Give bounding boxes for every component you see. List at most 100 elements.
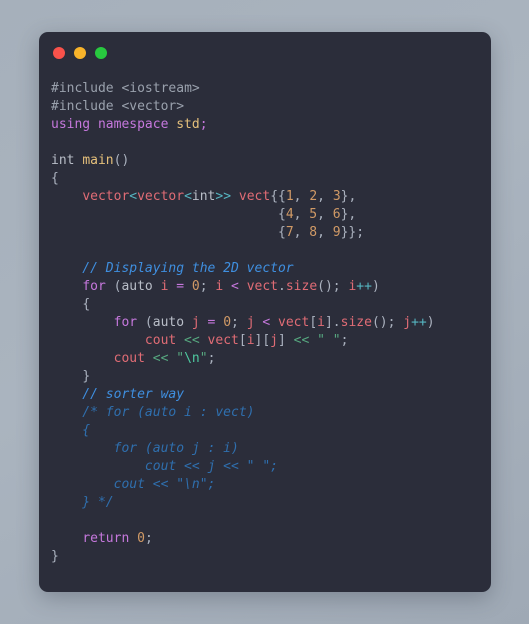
code-token: cout << "\n"; [51, 477, 216, 492]
code-token: // sorter way [51, 387, 185, 402]
close-window-button[interactable] [53, 47, 65, 59]
code-token: using namespace [51, 117, 177, 132]
code-token: for [113, 315, 138, 330]
code-token: { [277, 225, 286, 240]
code-line: int main() [51, 152, 491, 170]
code-token: }, [340, 189, 357, 204]
code-token: j [403, 315, 412, 330]
code-line: {4, 5, 6}, [51, 206, 491, 224]
code-token: = [168, 279, 192, 294]
code-line: for (auto j = 0; j < vect[i].size(); j++… [51, 314, 491, 332]
code-token: 2 [309, 189, 318, 204]
code-token: ; [199, 279, 216, 294]
code-token: }}; [340, 225, 365, 240]
code-token: auto [121, 279, 161, 294]
code-token: ; [231, 315, 247, 330]
code-token: , [317, 189, 333, 204]
code-line: } [51, 368, 491, 386]
code-line: {7, 8, 9}}; [51, 224, 491, 242]
code-line: // sorter way [51, 386, 491, 404]
code-line: for (auto j : i) [51, 440, 491, 458]
code-token: i [246, 333, 255, 348]
code-token: { [51, 423, 91, 438]
code-token: } */ [51, 495, 114, 510]
code-token: j [270, 333, 278, 348]
code-token: size [340, 315, 372, 330]
code-token: 9 [332, 225, 341, 240]
code-line: cout << "\n"; [51, 350, 491, 368]
code-line: cout << vect[i][j] << " "; [51, 332, 491, 350]
code-token: () [113, 153, 130, 168]
code-token: vect [207, 333, 239, 348]
code-token: /* for (auto i : vect) [51, 405, 255, 420]
code-token: \n [184, 351, 200, 366]
code-token: ( [137, 315, 153, 330]
code-token: auto [152, 315, 192, 330]
code-token: { [51, 171, 59, 186]
code-line: cout << "\n"; [51, 476, 491, 494]
code-token: (); [317, 279, 349, 294]
code-token: < [129, 189, 138, 204]
code-token: 4 [285, 207, 294, 222]
code-line: { [51, 170, 491, 188]
code-token: < [223, 279, 247, 294]
code-token: <iostream> [121, 81, 200, 96]
code-token: << [144, 351, 177, 366]
code-line: using namespace std; [51, 116, 491, 134]
code-token: vect [278, 315, 310, 330]
code-token: }, [340, 207, 357, 222]
code-token: ; [340, 333, 349, 348]
code-line: #include <vector> [51, 98, 491, 116]
code-token: i [317, 315, 325, 330]
code-token: int [51, 153, 83, 168]
code-line: #include <iostream> [51, 80, 491, 98]
code-token: 7 [285, 225, 294, 240]
code-token: ; [199, 117, 208, 132]
code-token: cout [144, 333, 177, 348]
code-token: for (auto j : i) [51, 441, 239, 456]
code-token: , [317, 207, 333, 222]
code-token: , [293, 207, 310, 222]
code-token: << [176, 333, 208, 348]
code-token: } [82, 369, 91, 384]
code-token: . [278, 279, 286, 294]
code-token: <vector> [121, 99, 185, 114]
code-token: >> [215, 189, 232, 204]
maximize-window-button[interactable] [95, 47, 107, 59]
code-token: 0 [223, 315, 232, 330]
code-token: < [184, 189, 192, 204]
code-content[interactable]: #include <iostream> #include <vector> usin… [39, 74, 491, 566]
code-token: 0 [191, 279, 200, 294]
code-line: /* for (auto i : vect) [51, 404, 491, 422]
code-token: ++ [411, 315, 427, 330]
code-token: , [293, 225, 310, 240]
code-line: { [51, 296, 491, 314]
code-token: #include [51, 81, 122, 96]
code-line: vector<vector<int>> vect{{1, 2, 3}, [51, 188, 491, 206]
code-token: ; [207, 351, 216, 366]
code-token: main [82, 153, 114, 168]
minimize-window-button[interactable] [74, 47, 86, 59]
code-token: [ [309, 315, 318, 330]
code-token: { [82, 297, 91, 312]
code-token: size [285, 279, 318, 294]
code-token: // Displaying the 2D vector [51, 261, 294, 276]
code-token: ] [278, 333, 294, 348]
code-line: cout << j << " "; [51, 458, 491, 476]
code-token: << " " [293, 333, 341, 348]
code-token: {{ [270, 189, 286, 204]
code-line: return 0; [51, 530, 491, 548]
code-token: cout << j << " "; [51, 459, 278, 474]
code-token: j [191, 315, 200, 330]
code-token: { [277, 207, 286, 222]
